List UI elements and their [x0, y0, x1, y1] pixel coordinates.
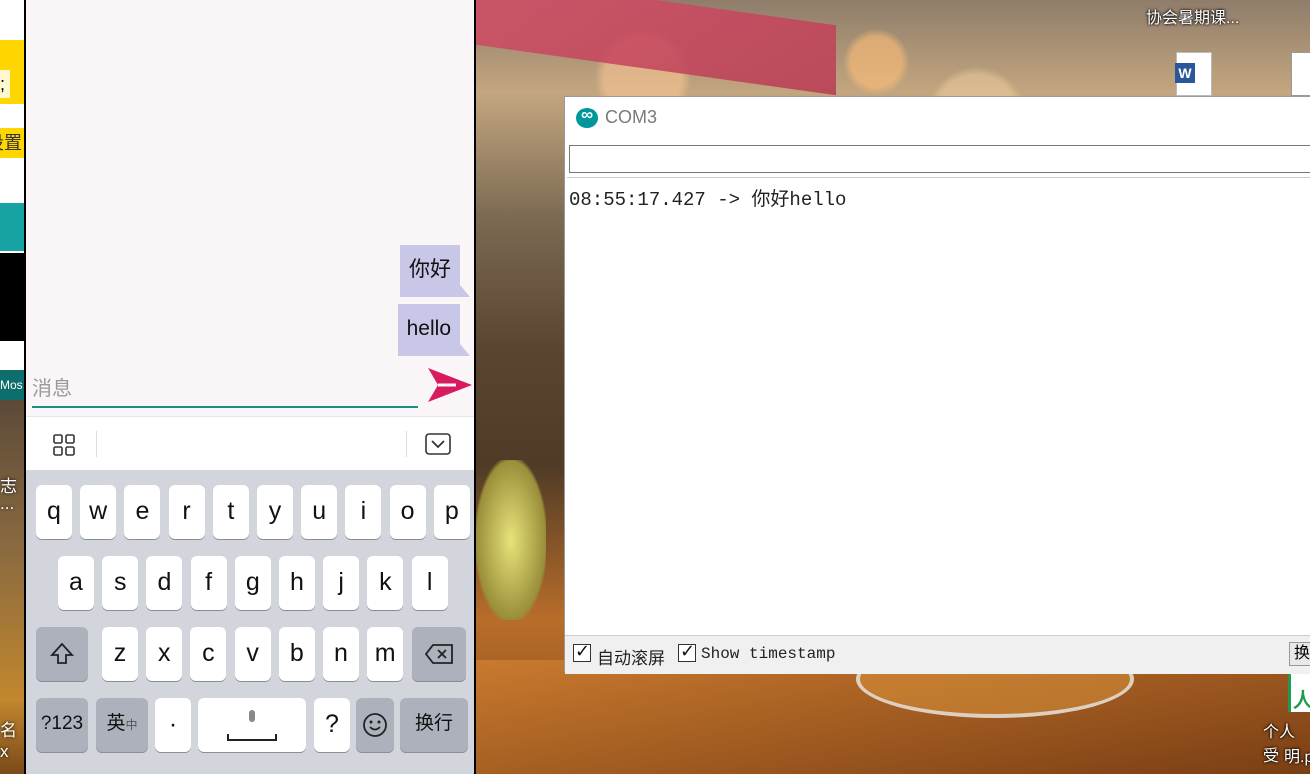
language-key-sublabel: 中 — [125, 718, 138, 732]
pdf-document-icon[interactable]: 人 — [1288, 672, 1310, 712]
key-f[interactable]: f — [190, 556, 227, 610]
key-o[interactable]: o — [389, 485, 426, 539]
black-panel — [0, 253, 24, 341]
key-q[interactable]: q — [36, 485, 72, 539]
soft-keyboard: qwertyuiop asdfghjkl zxcvbnm ?123 英中 · ? — [26, 470, 474, 774]
desktop-item-label[interactable]: 明.p — [1284, 743, 1310, 767]
word-document-icon[interactable]: W — [1175, 52, 1212, 96]
dot-key[interactable]: · — [155, 698, 191, 752]
serial-output[interactable]: 08:55:17.427 -> 你好hello — [567, 177, 1310, 635]
emoji-icon — [363, 713, 387, 737]
language-key-label: 英 — [106, 713, 126, 734]
key-a[interactable]: a — [58, 556, 94, 610]
teal-tab[interactable]: Mos — [0, 370, 24, 400]
key-h[interactable]: h — [279, 556, 315, 610]
teal-panel — [0, 203, 24, 251]
numbers-key[interactable]: ?123 — [36, 698, 88, 752]
phone-chat-screen: 你好 hello qwertyuiop asdfghjkl zxcvbnm — [24, 0, 476, 774]
message-bubble[interactable]: hello — [397, 304, 471, 356]
shift-key[interactable] — [36, 627, 88, 681]
key-t[interactable]: t — [212, 485, 249, 539]
background-blur — [476, 460, 546, 620]
key-w[interactable]: w — [80, 485, 117, 539]
question-mark-key[interactable]: ? — [314, 698, 350, 752]
key-l[interactable]: l — [411, 556, 448, 610]
key-p[interactable]: p — [433, 485, 470, 539]
window-title: COM3 — [605, 107, 658, 127]
key-x[interactable]: x — [146, 627, 183, 681]
emoji-key[interactable] — [356, 698, 394, 752]
document-icon[interactable] — [1291, 52, 1310, 96]
key-u[interactable]: u — [301, 485, 338, 539]
grid-icon[interactable] — [52, 433, 76, 457]
desktop-label-fragment: 名 — [0, 721, 17, 740]
key-v[interactable]: v — [234, 627, 271, 681]
backspace-icon — [424, 644, 453, 664]
line-ending-dropdown[interactable]: 换 — [1289, 642, 1310, 666]
autoscroll-label: 自动滚屏 — [597, 649, 665, 668]
desktop-label-fragment: ... — [0, 494, 15, 513]
banner-text: ; — [0, 70, 10, 98]
show-timestamp-checkbox[interactable] — [678, 641, 696, 662]
key-m[interactable]: m — [367, 627, 404, 681]
key-d[interactable]: d — [146, 556, 183, 610]
key-s[interactable]: s — [102, 556, 139, 610]
show-timestamp-label: Show timestamp — [701, 645, 836, 663]
send-button[interactable] — [426, 364, 474, 406]
key-k[interactable]: k — [367, 556, 404, 610]
settings-text[interactable]: 设置 — [0, 128, 24, 158]
keyboard-toolbar — [26, 416, 474, 471]
key-i[interactable]: i — [345, 485, 382, 539]
key-c[interactable]: c — [190, 627, 227, 681]
autoscroll-checkbox[interactable] — [573, 641, 591, 662]
language-key[interactable]: 英中 — [96, 698, 148, 752]
key-j[interactable]: j — [323, 556, 360, 610]
background-window-strip: ; 设置 Mos 志 ... 名 x — [0, 0, 24, 774]
message-input[interactable] — [32, 372, 418, 408]
serial-send-input[interactable] — [569, 145, 1310, 173]
arduino-logo-icon — [576, 105, 598, 128]
message-bubble[interactable]: 你好 — [400, 245, 470, 297]
key-n[interactable]: n — [323, 627, 359, 681]
shift-icon — [49, 642, 75, 664]
enter-key[interactable]: 换行 — [400, 698, 468, 752]
word-logo-letter: W — [1175, 63, 1195, 83]
toolbar-divider — [406, 431, 407, 457]
desktop-label-fragment: x — [0, 742, 9, 761]
key-r[interactable]: r — [168, 485, 205, 539]
background-awning — [476, 0, 836, 96]
toolbar-divider — [96, 431, 97, 457]
key-z[interactable]: z — [102, 627, 138, 681]
backspace-key[interactable] — [412, 627, 466, 681]
key-e[interactable]: e — [124, 485, 161, 539]
key-g[interactable]: g — [234, 556, 271, 610]
serial-monitor-window: COM3 08:55:17.427 -> 你好hello 自动滚屏 Show t… — [564, 96, 1310, 674]
key-b[interactable]: b — [278, 627, 315, 681]
microphone-icon — [227, 710, 277, 741]
space-key[interactable] — [198, 698, 306, 752]
keyboard-hide-icon[interactable] — [424, 431, 452, 457]
send-icon — [428, 368, 472, 402]
key-y[interactable]: y — [257, 485, 293, 539]
pdf-logo-glyph: 人 — [1293, 690, 1310, 712]
serial-monitor-footer: 自动滚屏 Show timestamp 换 — [565, 635, 1310, 674]
desktop-item-label[interactable]: 协会暑期课... — [1146, 4, 1239, 28]
window-titlebar[interactable]: COM3 — [565, 97, 1310, 139]
